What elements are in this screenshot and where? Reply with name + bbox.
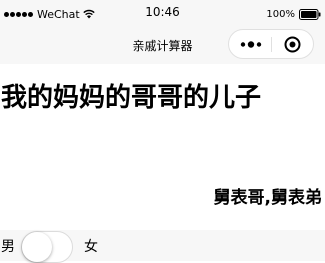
relation-input-display: 我的妈妈的哥哥的儿子 [1,83,262,113]
status-bar: WeChat 10:46 100% [0,0,325,26]
gender-male-label: 男 [1,239,15,255]
battery-percentage: 100% [266,8,295,20]
battery-icon [299,8,321,20]
gender-female-label: 女 [84,239,98,255]
gender-switch-knob[interactable] [22,232,52,262]
gender-switch[interactable] [21,231,73,263]
more-icon[interactable] [240,41,262,48]
gender-bar: 男 女 [0,230,325,263]
mini-program-capsule [228,29,314,59]
nav-bar: 亲戚计算器 [0,26,325,64]
status-bar-right: 100% [266,7,321,21]
capsule-divider [271,37,272,52]
relation-result: 舅表哥,舅表弟 [213,188,322,208]
capsule-close-icon[interactable] [284,36,301,53]
